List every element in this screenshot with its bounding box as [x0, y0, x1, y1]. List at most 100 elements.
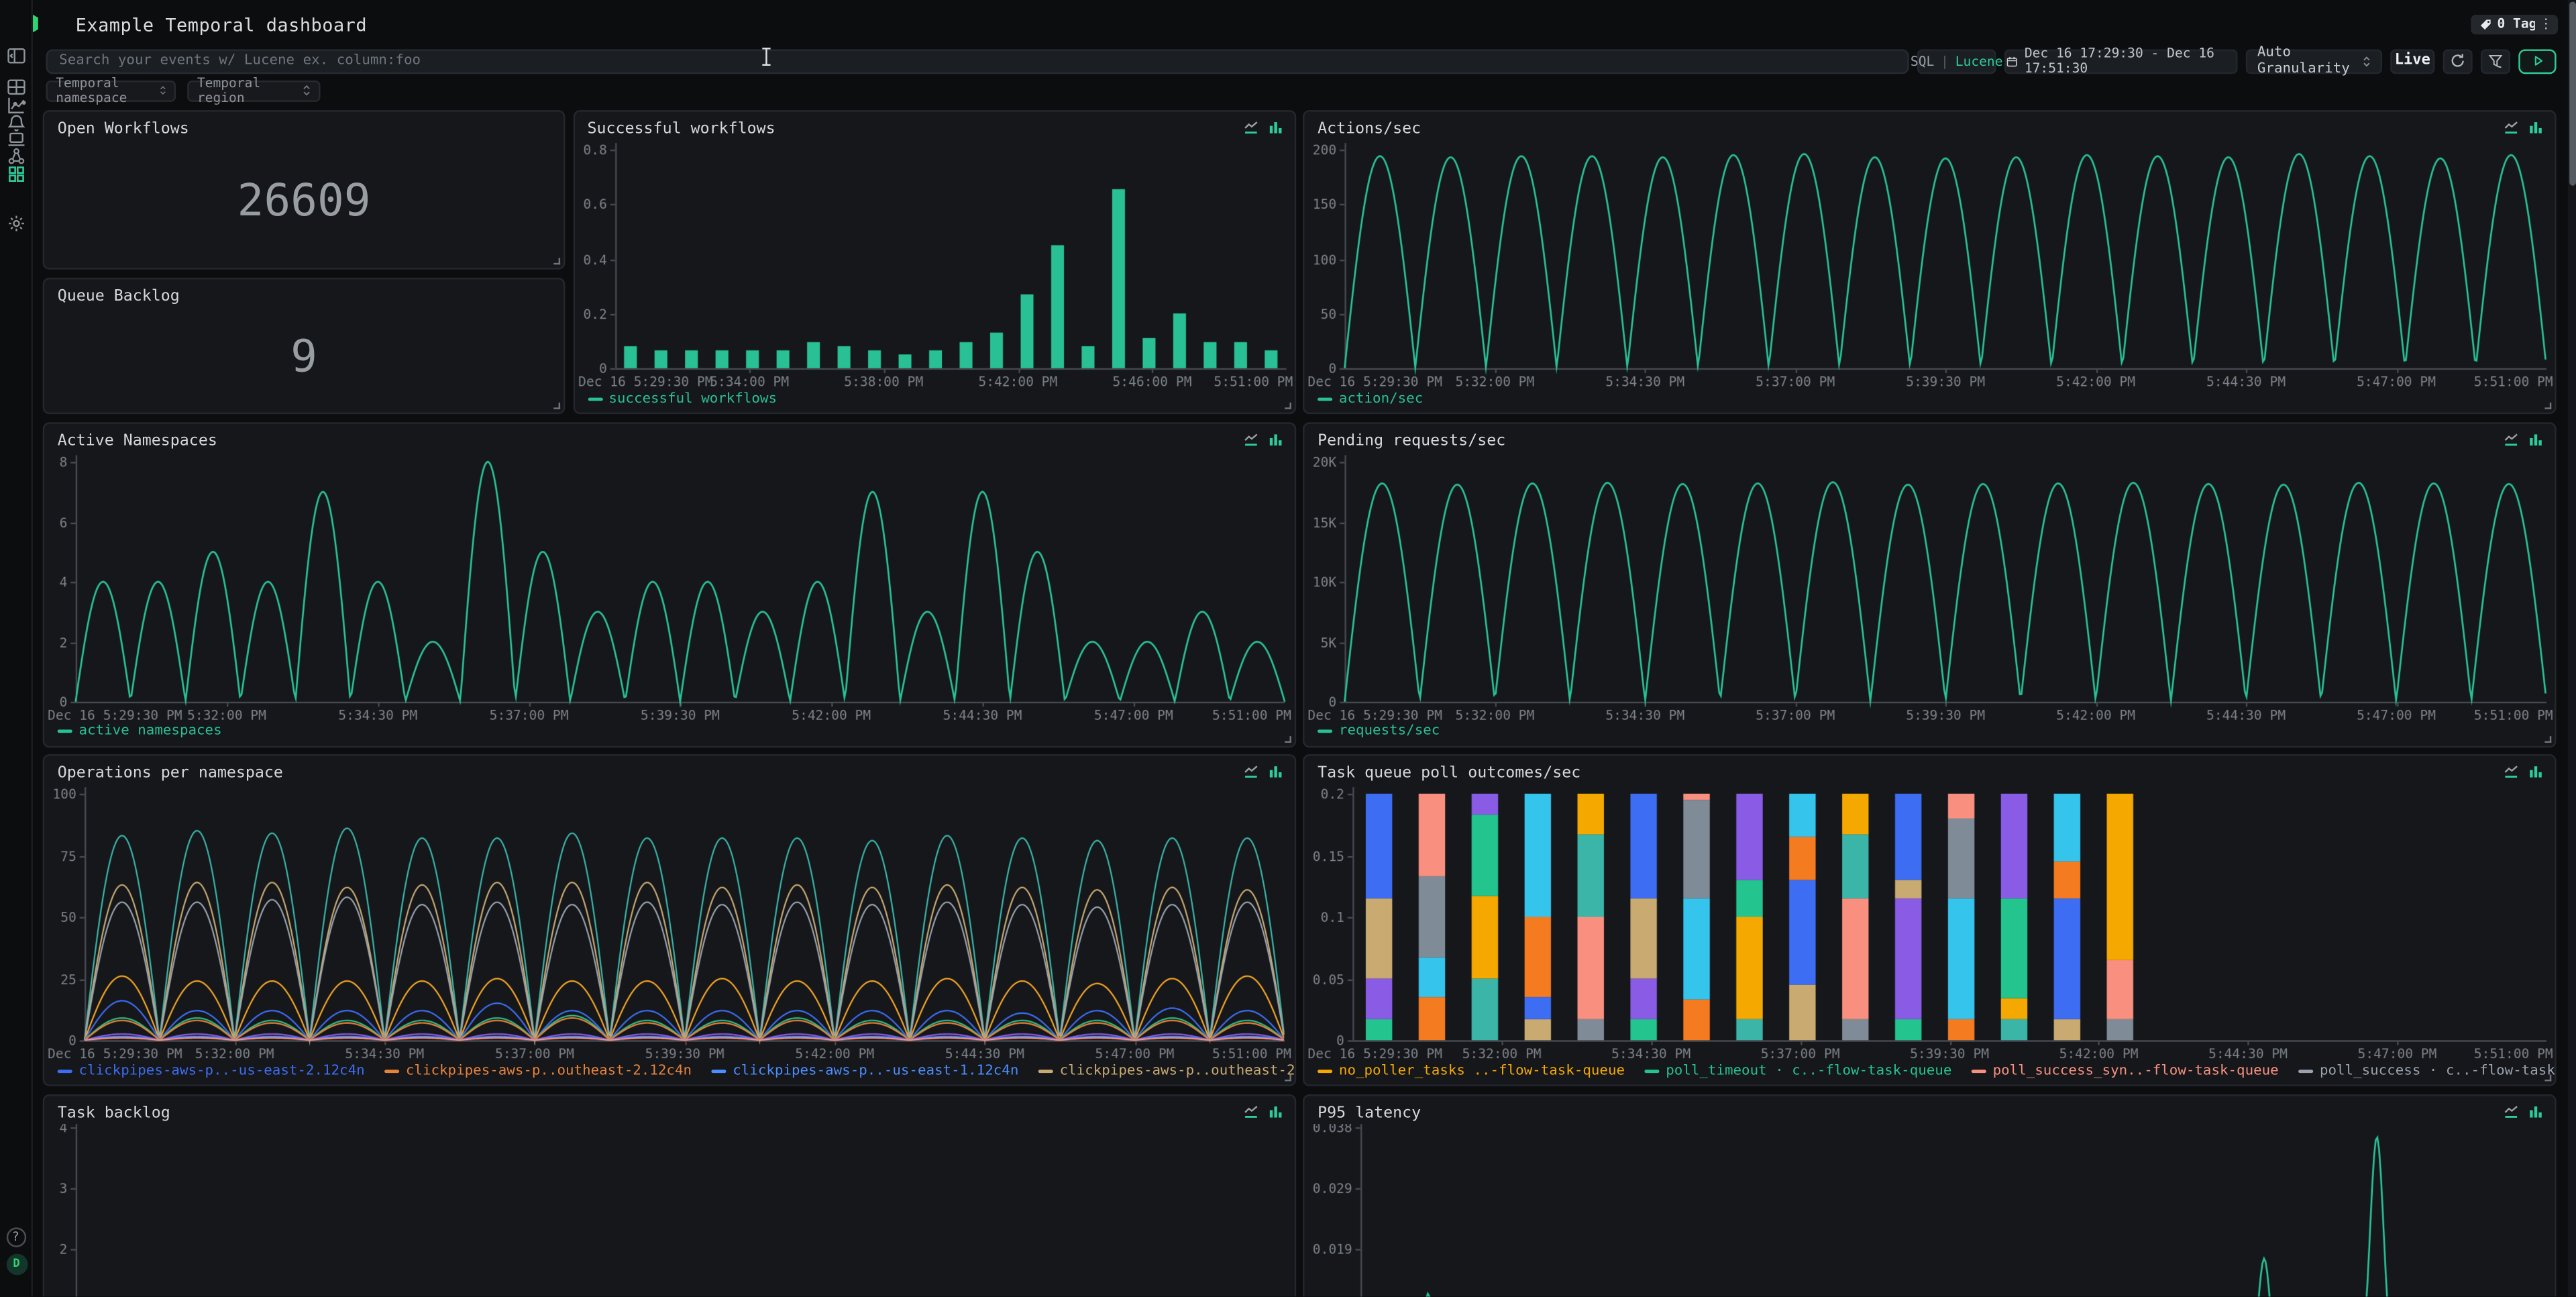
bar-chart-toggle-icon[interactable] — [2528, 1103, 2543, 1118]
line-chart-toggle-icon[interactable] — [2504, 1103, 2518, 1118]
legend-dash-icon — [58, 1069, 72, 1072]
legend-item[interactable]: poll_success · c..-flow-task-queue — [2298, 1062, 2556, 1078]
panel-operations-per-namespace[interactable]: Operations per namespace clickpipes-aws-… — [43, 754, 1295, 1086]
line-chart-toggle-icon[interactable] — [1243, 764, 1258, 779]
views-icon[interactable] — [7, 77, 26, 97]
legend-item[interactable]: successful workflows — [588, 391, 777, 407]
mode-divider: | — [1941, 54, 1949, 68]
panel-open-workflows[interactable]: Open Workflows 26609 — [43, 110, 566, 270]
resize-handle[interactable] — [1284, 735, 1291, 742]
chart-legend: no_poller_tasks ..-flow-task-queue poll_t… — [1318, 1062, 2557, 1078]
mode-sql-label[interactable]: SQL — [1911, 54, 1934, 68]
bar-chart-toggle-icon[interactable] — [1267, 120, 1282, 135]
bar-chart-toggle-icon[interactable] — [1267, 1103, 1282, 1118]
bar-chart-toggle-icon[interactable] — [2528, 431, 2543, 446]
chevron-updown-icon — [2362, 54, 2371, 68]
legend-item[interactable]: clickpipes-aws-p..outheast-2.12c4n — [1038, 1062, 1295, 1078]
line-chart-canvas[interactable] — [1306, 1123, 2557, 1297]
stacked-bar-chart-canvas[interactable] — [1306, 784, 2557, 1061]
legend-dash-icon — [384, 1069, 399, 1072]
panel-actions-per-sec[interactable]: Actions/sec action/sec — [1303, 110, 2557, 414]
resize-handle[interactable] — [2544, 403, 2551, 409]
resize-handle[interactable] — [553, 258, 560, 264]
resize-handle[interactable] — [553, 403, 560, 409]
date-range-picker[interactable]: Dec 16 17:29:30 - Dec 16 17:51:30 — [2004, 48, 2238, 73]
line-chart-toggle-icon[interactable] — [2504, 120, 2518, 135]
chart-legend: active namespaces — [58, 723, 222, 739]
help-label: ? — [12, 1229, 19, 1244]
live-button[interactable]: Live — [2390, 48, 2434, 73]
line-chart-toggle-icon[interactable] — [2504, 764, 2518, 779]
legend-label: poll_timeout · c..-flow-task-queue — [1666, 1062, 1951, 1078]
collapse-sidebar-icon[interactable] — [7, 46, 26, 66]
bar-chart-toggle-icon[interactable] — [2528, 764, 2543, 779]
legend-item[interactable]: poll_timeout · c..-flow-task-queue — [1644, 1062, 1951, 1078]
mode-lucene-label[interactable]: Lucene — [1955, 54, 2003, 68]
calendar-icon — [2006, 54, 2018, 68]
bar-chart-toggle-icon[interactable] — [2528, 120, 2543, 135]
refresh-button[interactable] — [2443, 48, 2473, 73]
live-label: Live — [2395, 52, 2430, 68]
legend-item[interactable]: clickpipes-aws-p..outheast-2.12c4n — [384, 1062, 692, 1078]
filter-temporal-namespace[interactable]: Temporal namespace — [46, 80, 176, 101]
filter-namespace-label: Temporal namespace — [56, 76, 158, 105]
panel-title: Actions/sec — [1318, 120, 1421, 138]
legend-dash-icon — [1972, 1069, 1986, 1072]
line-chart-toggle-icon[interactable] — [1243, 431, 1258, 446]
legend-item[interactable]: action/sec — [1318, 391, 1423, 407]
bar-chart-toggle-icon[interactable] — [1267, 764, 1282, 779]
multi-line-chart-canvas[interactable] — [46, 784, 1295, 1061]
run-query-button[interactable] — [2518, 48, 2556, 73]
help-button[interactable]: ? — [6, 1227, 25, 1247]
scrollbar-thumb[interactable] — [2569, 1, 2575, 185]
bar-chart-toggle-icon[interactable] — [1267, 431, 1282, 446]
chart-legend: clickpipes-aws-p..-us-east-2.12c4n clickp… — [58, 1062, 1295, 1078]
panel-task-backlog[interactable]: Task backlog — [43, 1094, 1295, 1297]
dashboards-icon[interactable] — [7, 164, 26, 183]
panel-title: Successful workflows — [588, 120, 775, 138]
legend-label: clickpipes-aws-p..outheast-2.12c4n — [1060, 1062, 1295, 1078]
page-scrollbar[interactable] — [2568, 0, 2576, 1296]
line-chart-canvas[interactable] — [1306, 140, 2557, 389]
legend-label: active namespaces — [79, 723, 222, 739]
legend-item[interactable]: no_poller_tasks ..-flow-task-queue — [1318, 1062, 1625, 1078]
user-avatar[interactable]: D — [6, 1254, 28, 1276]
search-input[interactable] — [46, 48, 1909, 73]
query-mode-toggle[interactable]: SQL | Lucene — [1917, 48, 1996, 73]
legend-label: clickpipes-aws-p..-us-east-1.12c4n — [733, 1062, 1018, 1078]
line-chart-toggle-icon[interactable] — [1243, 1103, 1258, 1118]
legend-item[interactable]: poll_success_syn..-flow-task-queue — [1972, 1062, 2279, 1078]
settings-icon[interactable] — [7, 213, 26, 233]
legend-item[interactable]: requests/sec — [1318, 723, 1440, 739]
legend-label: poll_success · c..-flow-task-queue — [2320, 1062, 2557, 1078]
legend-dash-icon — [1038, 1069, 1053, 1072]
line-chart-canvas[interactable] — [46, 1123, 1295, 1297]
filter-button[interactable] — [2481, 48, 2510, 73]
bar-chart-canvas[interactable] — [576, 140, 1295, 389]
legend-dash-icon — [711, 1069, 726, 1072]
legend-dash-icon — [1644, 1069, 1659, 1072]
line-chart-canvas[interactable] — [1306, 451, 2557, 722]
resize-handle[interactable] — [2544, 735, 2551, 742]
legend-dash-icon — [1318, 397, 1332, 400]
legend-label: requests/sec — [1339, 723, 1440, 739]
panel-active-namespaces[interactable]: Active Namespaces active namespaces — [43, 421, 1295, 747]
legend-dash-icon — [58, 729, 72, 733]
panel-queue-backlog[interactable]: Queue Backlog 9 — [43, 277, 566, 414]
legend-label: successful workflows — [608, 391, 777, 407]
granularity-select[interactable]: Auto Granularity — [2246, 48, 2382, 73]
panel-pending-requests[interactable]: Pending requests/sec requests/sec — [1303, 421, 2557, 747]
legend-dash-icon — [2298, 1069, 2313, 1072]
kebab-menu-icon[interactable]: ⋮ — [2535, 14, 2557, 35]
panel-p95-latency[interactable]: P95 latency — [1303, 1094, 2557, 1297]
legend-item[interactable]: clickpipes-aws-p..-us-east-1.12c4n — [711, 1062, 1018, 1078]
legend-item[interactable]: clickpipes-aws-p..-us-east-2.12c4n — [58, 1062, 365, 1078]
resize-handle[interactable] — [1284, 403, 1291, 409]
line-chart-canvas[interactable] — [46, 451, 1295, 722]
legend-item[interactable]: active namespaces — [58, 723, 222, 739]
line-chart-toggle-icon[interactable] — [2504, 431, 2518, 446]
panel-successful-workflows[interactable]: Successful workflows successful workflow… — [572, 110, 1295, 414]
line-chart-toggle-icon[interactable] — [1243, 120, 1258, 135]
panel-task-queue-poll-outcomes[interactable]: Task queue poll outcomes/sec no_poller_t… — [1303, 754, 2557, 1086]
filter-temporal-region[interactable]: Temporal region — [187, 80, 320, 101]
